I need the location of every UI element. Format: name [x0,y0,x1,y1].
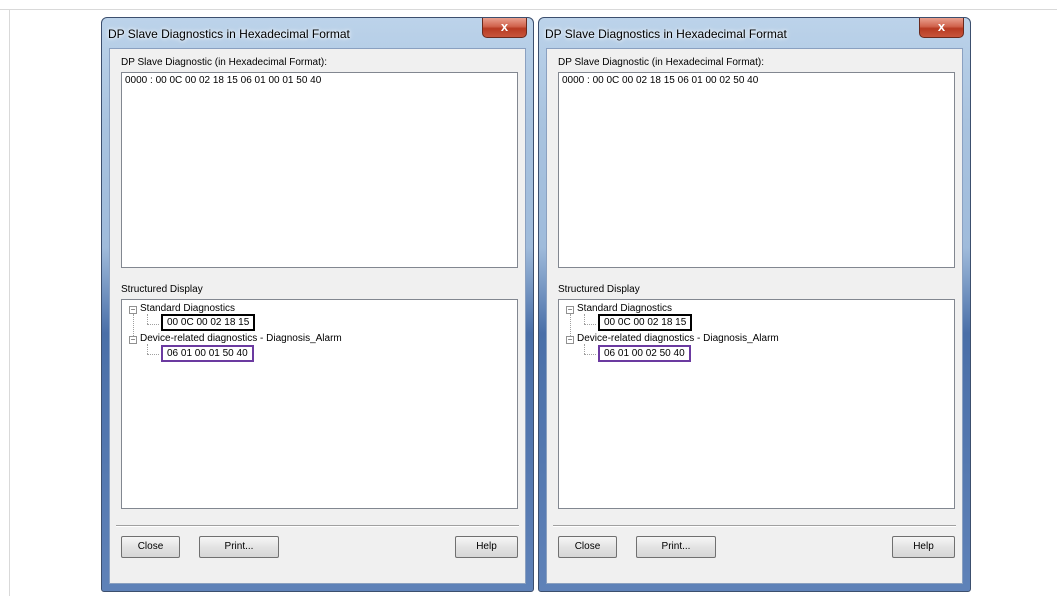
button-separator [553,525,956,527]
close-button[interactable]: Close [558,536,617,558]
minus-box-icon[interactable]: − [566,306,574,314]
page-frame-top [0,9,1057,10]
structured-display-label: Structured Display [558,284,640,295]
structured-tree[interactable]: − Standard Diagnostics 00 0C 00 02 18 15… [558,299,955,509]
hex-textbox[interactable]: 0000 : 00 0C 00 02 18 15 06 01 00 02 50 … [558,72,955,268]
dialog-client-area: DP Slave Diagnostic (in Hexadecimal Form… [109,48,526,584]
help-button[interactable]: Help [892,536,955,558]
dialog-right: DP Slave Diagnostics in Hexadecimal Form… [538,17,971,592]
structured-display-label: Structured Display [121,284,203,295]
device-diagnostics-value[interactable]: 06 01 00 02 50 40 [598,345,691,362]
hex-line: 0000 : 00 0C 00 02 18 15 06 01 00 01 50 … [125,75,322,86]
help-button[interactable]: Help [455,536,518,558]
close-button[interactable]: Close [121,536,180,558]
page-frame-left [9,9,10,596]
device-diagnostics-value[interactable]: 06 01 00 01 50 40 [161,345,254,362]
standard-diagnostics-value[interactable]: 00 0C 00 02 18 15 [161,314,256,331]
tree-connector [147,324,159,325]
tree-connector [584,324,596,325]
button-separator [116,525,519,527]
print-button[interactable]: Print... [636,536,716,558]
dialog-left: DP Slave Diagnostics in Hexadecimal Form… [101,17,534,592]
title-bar[interactable]: DP Slave Diagnostics in Hexadecimal Form… [539,18,970,48]
minus-box-icon[interactable]: − [566,336,574,344]
close-icon[interactable]: x [919,18,964,38]
tree-connector [584,344,585,354]
minus-box-icon[interactable]: − [129,306,137,314]
hex-label: DP Slave Diagnostic (in Hexadecimal Form… [121,57,328,68]
tree-connector [584,314,585,324]
tree-node-device[interactable]: Device-related diagnostics - Diagnosis_A… [577,333,779,344]
hex-textbox[interactable]: 0000 : 00 0C 00 02 18 15 06 01 00 01 50 … [121,72,518,268]
structured-tree[interactable]: − Standard Diagnostics 00 0C 00 02 18 15… [121,299,518,509]
tree-connector [147,344,148,354]
tree-node-device[interactable]: Device-related diagnostics - Diagnosis_A… [140,333,342,344]
dialog-client-area: DP Slave Diagnostic (in Hexadecimal Form… [546,48,963,584]
window-title: DP Slave Diagnostics in Hexadecimal Form… [545,27,787,41]
standard-diagnostics-value[interactable]: 00 0C 00 02 18 15 [598,314,693,331]
tree-connector [584,354,596,355]
hex-line: 0000 : 00 0C 00 02 18 15 06 01 00 02 50 … [562,75,759,86]
window-title: DP Slave Diagnostics in Hexadecimal Form… [108,27,350,41]
close-icon[interactable]: x [482,18,527,38]
tree-node-standard[interactable]: Standard Diagnostics [577,303,672,314]
tree-connector [147,314,148,324]
minus-box-icon[interactable]: − [129,336,137,344]
hex-label: DP Slave Diagnostic (in Hexadecimal Form… [558,57,765,68]
title-bar[interactable]: DP Slave Diagnostics in Hexadecimal Form… [102,18,533,48]
tree-connector [147,354,159,355]
tree-node-standard[interactable]: Standard Diagnostics [140,303,235,314]
print-button[interactable]: Print... [199,536,279,558]
